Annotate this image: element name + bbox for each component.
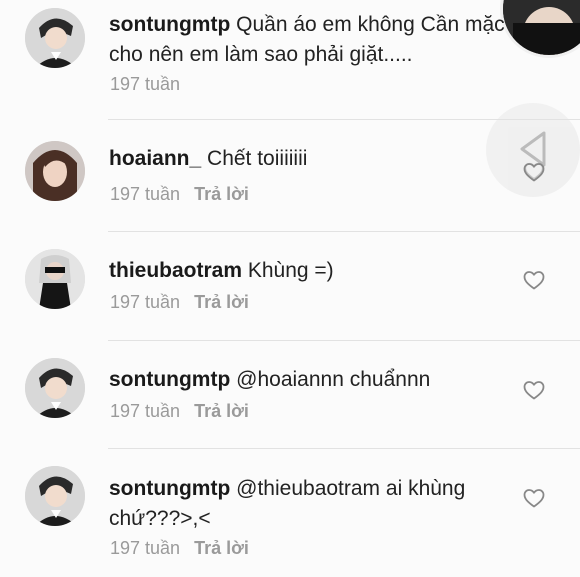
avatar-sontungmtp[interactable]: [25, 358, 85, 418]
divider: [108, 231, 580, 232]
heart-icon[interactable]: [522, 378, 546, 402]
comment-text: sontungmtp @thieubaotram ai khùng chứ???…: [109, 474, 514, 534]
comment-username[interactable]: sontungmtp: [109, 477, 230, 500]
comment-time: 197 tuần: [110, 184, 181, 204]
comment-meta: 197 tuần Trả lời: [110, 184, 249, 205]
avatar-thieubaotram[interactable]: [25, 249, 85, 309]
comment-text: sontungmtp @hoaiannn chuẩnnn: [109, 365, 519, 395]
comment-time: 197 tuần: [110, 292, 181, 312]
comment-body: Chết toiiiiiii: [207, 147, 308, 170]
comment-meta: 197 tuần: [110, 74, 180, 95]
comment-text: hoaiann_ Chết toiiiiiii: [109, 144, 519, 174]
reply-button[interactable]: Trả lời: [194, 538, 249, 558]
comment-meta: 197 tuần Trả lời: [110, 401, 249, 422]
heart-icon[interactable]: [522, 486, 546, 510]
comment-time: 197 tuần: [110, 401, 181, 421]
avatar-hoaiann[interactable]: [25, 141, 85, 201]
comment-text: thieubaotram Khùng =): [109, 256, 519, 286]
comment-text: sontungmtp Quần áo em không Cần mặc cho …: [109, 10, 519, 70]
heart-icon: [524, 162, 544, 180]
comment-body: Khùng =): [247, 259, 334, 282]
reply-button[interactable]: Trả lời: [194, 292, 249, 312]
reply-button[interactable]: Trả lời: [194, 184, 249, 204]
divider: [108, 448, 580, 449]
divider: [108, 119, 580, 120]
comment-username[interactable]: sontungmtp: [109, 368, 230, 391]
comment-username[interactable]: hoaiann_: [109, 147, 201, 170]
heart-icon[interactable]: [522, 268, 546, 292]
comment-body: @hoaiannn chuẩnnn: [236, 368, 431, 391]
comment-time: 197 tuần: [110, 74, 181, 94]
reply-button[interactable]: Trả lời: [194, 401, 249, 421]
comment-username[interactable]: thieubaotram: [109, 259, 242, 282]
comments-screen: sontungmtp Quần áo em không Cần mặc cho …: [0, 0, 580, 577]
avatar-sontungmtp[interactable]: [25, 466, 85, 526]
comment-time: 197 tuần: [110, 538, 181, 558]
divider: [108, 340, 580, 341]
avatar-sontungmtp[interactable]: [25, 8, 85, 68]
comment-username[interactable]: sontungmtp: [109, 13, 230, 36]
comment-meta: 197 tuần Trả lời: [110, 538, 249, 559]
comment-meta: 197 tuần Trả lời: [110, 292, 249, 313]
